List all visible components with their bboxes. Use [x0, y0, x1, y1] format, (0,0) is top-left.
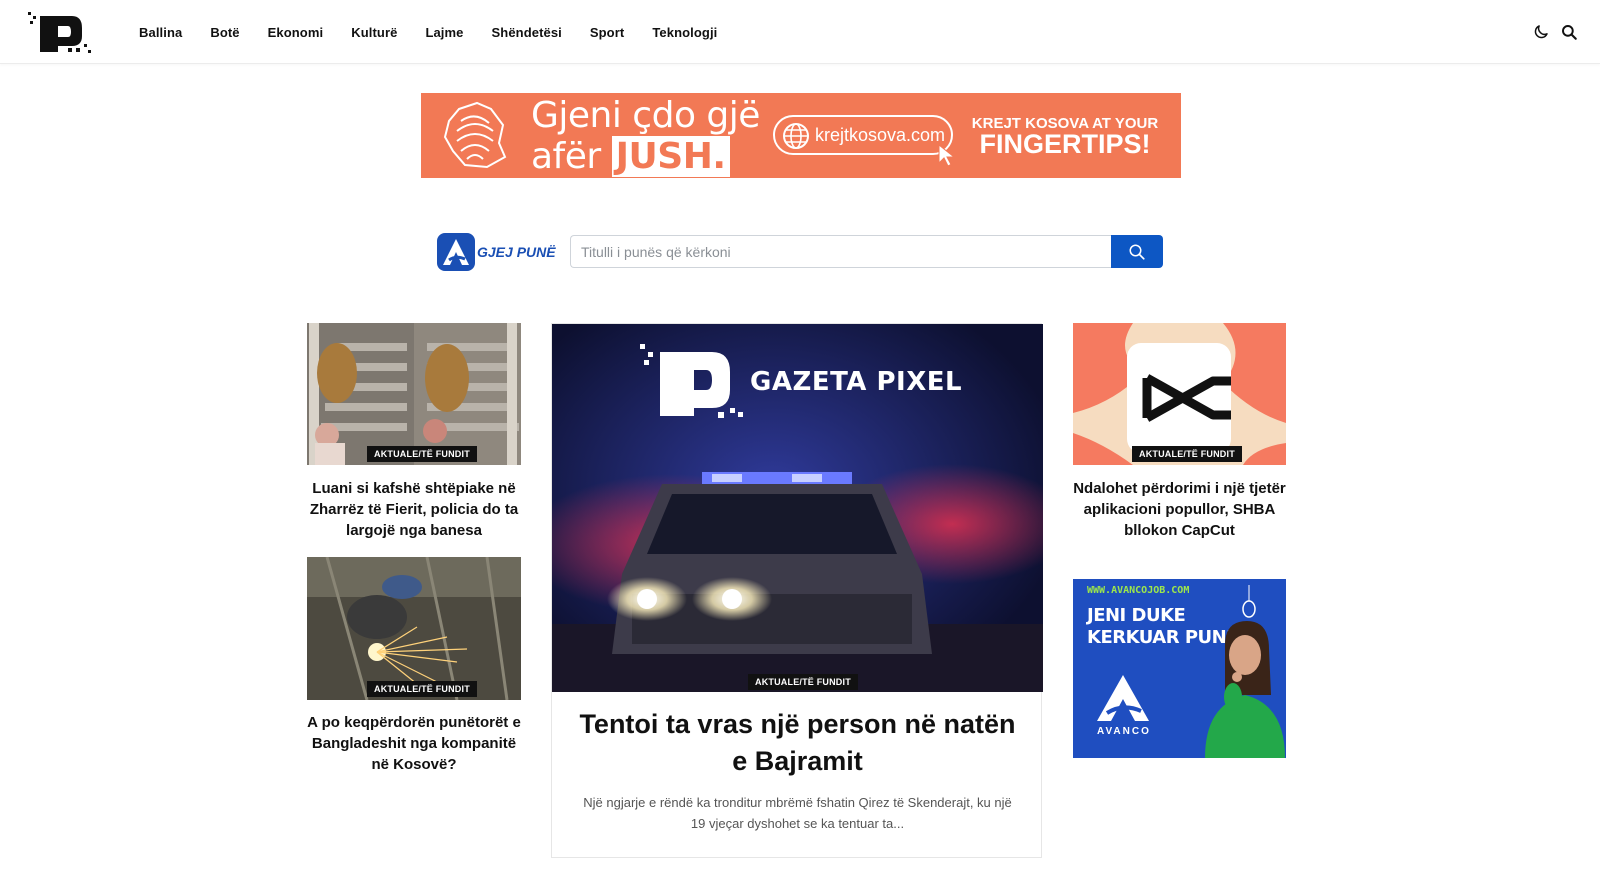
dark-mode-moon-icon[interactable] — [1532, 23, 1550, 41]
article-title-workers[interactable]: A po keqpërdorën punëtorët e Bangladeshi… — [307, 712, 521, 775]
welding-sparks-image — [307, 557, 521, 700]
globe-icon — [783, 123, 809, 149]
nav-shendetesi[interactable]: Shëndetësi — [492, 25, 562, 40]
gjej-pune-logo[interactable]: GJEJ PUNË — [437, 232, 563, 272]
main-nav: Ballina Botë Ekonomi Kulturë Lajme Shënd… — [139, 0, 745, 64]
woman-thinking-image — [1205, 585, 1285, 758]
side-ad-brand: AVANCO — [1097, 726, 1151, 737]
featured-article-image[interactable]: GAZETA PIXEL AKTUALE/TË FUNDIT — [552, 324, 1043, 692]
featured-article-excerpt: Një ngjarje e rëndë ka tronditur mbrëmë … — [583, 795, 1012, 831]
cursor-icon — [938, 143, 956, 167]
category-badge[interactable]: AKTUALE/TË FUNDIT — [367, 446, 477, 462]
article-thumbnail-capcut[interactable]: AKTUALE/TË FUNDIT — [1073, 323, 1286, 465]
nav-ballina[interactable]: Ballina — [139, 25, 182, 40]
category-badge[interactable]: AKTUALE/TË FUNDIT — [367, 681, 477, 697]
side-ad-line1: JENI DUKE — [1087, 605, 1186, 626]
site-logo[interactable] — [28, 10, 94, 56]
side-ad-avanco[interactable]: WWW.AVANCOJOB.COM JENI DUKE KERKUAR PUNE… — [1073, 579, 1286, 758]
article-title-lion[interactable]: Luani si kafshë shtëpiake në Zharrëz të … — [307, 478, 521, 541]
search-icon — [1129, 244, 1145, 260]
fingerprint-map-icon — [443, 101, 507, 169]
ad-url-pill: krejtkosova.com — [773, 115, 953, 155]
nav-sport[interactable]: Sport — [590, 25, 624, 40]
side-ad-url: WWW.AVANCOJOB.COM — [1087, 585, 1190, 596]
avanco-logo-icon — [1097, 675, 1149, 721]
article-thumbnail-workers[interactable]: AKTUALE/TË FUNDIT — [307, 557, 521, 700]
site-header: Ballina Botë Ekonomi Kulturë Lajme Shënd… — [0, 0, 1600, 64]
search-icon[interactable] — [1560, 23, 1578, 41]
featured-brand-text: GAZETA PIXEL — [750, 367, 963, 397]
nav-bote[interactable]: Botë — [210, 25, 239, 40]
job-search-input[interactable] — [570, 235, 1111, 268]
nav-teknologji[interactable]: Teknologji — [652, 25, 717, 40]
category-badge[interactable]: AKTUALE/TË FUNDIT — [1132, 446, 1242, 462]
category-badge[interactable]: AKTUALE/TË FUNDIT — [748, 674, 858, 690]
featured-article[interactable]: GAZETA PIXEL AKTUALE/TË FUNDIT Tentoi ta… — [551, 323, 1043, 858]
ad-tagline-bottom: FINGERTIPS! — [979, 129, 1151, 159]
lion-staircase-image — [307, 323, 521, 465]
ad-highlight: JUSH. — [611, 136, 730, 177]
featured-article-title[interactable]: Tentoi ta vras një person në natën e Baj… — [572, 706, 1023, 780]
gjej-pune-logo-text: GJEJ PUNË — [477, 244, 556, 260]
article-title-capcut[interactable]: Ndalohet përdorimi i një tjetër aplikaci… — [1073, 478, 1286, 541]
nav-lajme[interactable]: Lajme — [425, 25, 463, 40]
ad-banner-krejtkosova[interactable]: Gjeni çdo gjë afër JUSH. krejtkosova.com… — [421, 93, 1181, 178]
article-thumbnail-lion[interactable]: AKTUALE/TË FUNDIT — [307, 323, 521, 465]
ad-url: krejtkosova.com — [815, 124, 946, 145]
nav-kulture[interactable]: Kulturë — [351, 25, 397, 40]
capcut-logo-image — [1073, 323, 1286, 465]
nav-ekonomi[interactable]: Ekonomi — [268, 25, 324, 40]
ad-headline-line1: Gjeni çdo gjë — [531, 95, 760, 136]
job-search-button[interactable] — [1111, 235, 1163, 268]
ad-headline-line2: afër JUSH. — [531, 136, 730, 177]
gjej-pune-logo-mark-icon — [437, 233, 475, 271]
